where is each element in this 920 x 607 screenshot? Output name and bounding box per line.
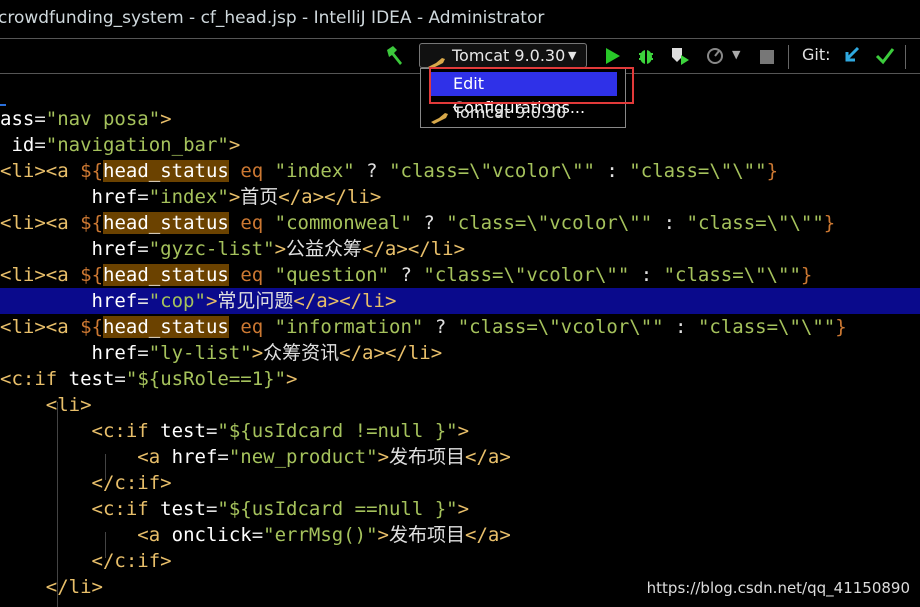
- run-configuration-label: Tomcat 9.0.30: [452, 46, 566, 65]
- code-line[interactable]: <li><a ${head_status eq "index" ? "class…: [0, 158, 920, 184]
- toolbar-separator: [788, 45, 789, 69]
- chevron-down-icon[interactable]: ▼: [732, 48, 740, 70]
- coverage-icon[interactable]: [669, 45, 691, 67]
- watermark: https://blog.csdn.net/qq_41150890: [646, 579, 910, 597]
- git-label: Git:: [802, 45, 831, 64]
- code-line[interactable]: id="navigation_bar">: [0, 132, 920, 158]
- profile-icon[interactable]: [705, 45, 727, 67]
- run-configuration-menu: Edit Configurations... Tomcat 9.0.30: [420, 68, 626, 128]
- run-configuration-selector[interactable]: Tomcat 9.0.30 ▼: [419, 43, 587, 69]
- git-commit-icon[interactable]: [875, 45, 895, 67]
- window-title: crowdfunding_system - cf_head.jsp - Inte…: [0, 8, 545, 28]
- code-line[interactable]: href="ly-list">众筹资讯</a></li>: [0, 340, 920, 366]
- git-update-icon[interactable]: [843, 45, 861, 67]
- stop-icon[interactable]: [760, 49, 774, 71]
- code-line[interactable]: href="index">首页</a></li>: [0, 184, 920, 210]
- menu-item-edit-configurations[interactable]: Edit Configurations...: [429, 72, 617, 117]
- code-line[interactable]: <c:if test="${usIdcard !=null }">: [0, 418, 920, 444]
- code-line[interactable]: <c:if test="${usIdcard ==null }">: [0, 496, 920, 522]
- code-line[interactable]: </c:if>: [0, 470, 920, 496]
- hammer-icon[interactable]: [383, 44, 405, 66]
- code-line[interactable]: <c:if test="${usRole==1}">: [0, 366, 920, 392]
- cat-icon: [431, 107, 449, 131]
- code-line[interactable]: <li>: [0, 392, 920, 418]
- chevron-down-icon: ▼: [568, 49, 577, 62]
- menu-item-tomcat[interactable]: Tomcat 9.0.30: [421, 101, 625, 125]
- code-line[interactable]: href="gyzc-list">公益众筹</a></li>: [0, 236, 920, 262]
- code-line[interactable]: href="cop">常见问题</a></li>: [0, 288, 920, 314]
- code-line[interactable]: <a onclick="errMsg()">发布项目</a>: [0, 522, 920, 548]
- code-line[interactable]: <li><a ${head_status eq "question" ? "cl…: [0, 262, 920, 288]
- title-bar: crowdfunding_system - cf_head.jsp - Inte…: [0, 0, 920, 38]
- code-editor[interactable]: ass="nav posa"> id="navigation_bar"> <li>…: [0, 106, 920, 607]
- debug-icon[interactable]: [636, 45, 656, 67]
- run-icon[interactable]: [604, 46, 622, 68]
- code-line[interactable]: <li><a ${head_status eq "information" ? …: [0, 314, 920, 340]
- code-line[interactable]: <a href="new_product">发布项目</a>: [0, 444, 920, 470]
- toolbar-separator: [905, 45, 906, 69]
- code-line[interactable]: </c:if>: [0, 548, 920, 574]
- code-line[interactable]: <li><a ${head_status eq "commonweal" ? "…: [0, 210, 920, 236]
